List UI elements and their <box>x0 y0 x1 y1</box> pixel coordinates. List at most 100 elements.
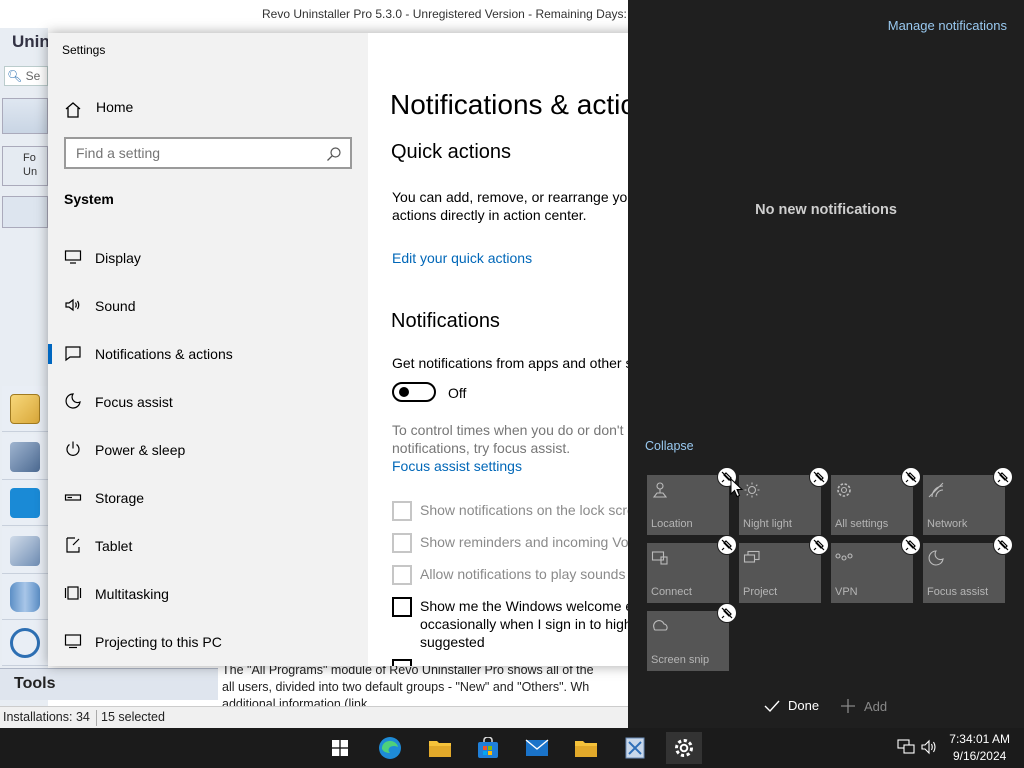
nav-item-focus-assist[interactable]: Focus assist <box>48 382 368 422</box>
sounds-checkbox[interactable] <box>392 565 412 585</box>
taskbar-mail[interactable] <box>519 732 555 764</box>
nav-item-label: Multitasking <box>95 586 169 602</box>
unpin-icon[interactable] <box>901 535 921 555</box>
nav-item-storage[interactable]: Storage <box>48 478 368 518</box>
settings-window: Settings Home System Display Sound Notif… <box>48 33 640 666</box>
tile-label: Project <box>743 586 778 598</box>
quick-action-focus-assist[interactable]: Focus assist <box>923 535 1013 603</box>
volume-tray-icon[interactable] <box>921 739 939 755</box>
plus-icon <box>841 699 855 713</box>
notifications-toggle[interactable] <box>392 382 436 402</box>
collapse-link[interactable]: Collapse <box>645 439 694 453</box>
settings-title: Settings <box>62 43 106 57</box>
manage-notifications-link[interactable]: Manage notifications <box>888 18 1007 33</box>
storage-icon <box>64 494 82 501</box>
taskbar-clock[interactable]: 7:34:01 AM 9/16/2024 <box>949 731 1010 765</box>
add-label: Add <box>864 699 888 714</box>
tile-label: Focus assist <box>927 586 989 598</box>
welcome-experience-checkbox[interactable] <box>392 597 412 617</box>
revo-module-browser-ext[interactable] <box>2 528 48 574</box>
revo-module-all-programs[interactable] <box>2 386 48 432</box>
unpin-icon[interactable] <box>717 535 737 555</box>
nav-item-multitasking[interactable]: Multitasking <box>48 574 368 614</box>
nav-item-projecting[interactable]: Projecting to this PC <box>48 622 368 662</box>
quick-action-connect[interactable]: Connect <box>647 535 737 603</box>
reminders-checkbox[interactable] <box>392 533 412 553</box>
mouse-cursor-icon <box>730 478 743 498</box>
quick-action-night-light[interactable]: Night light <box>739 467 829 535</box>
network-icon <box>928 482 944 498</box>
windows-stack-icon <box>10 394 40 424</box>
nav-item-label: Power & sleep <box>95 442 186 458</box>
start-button[interactable] <box>322 732 358 764</box>
revo-desc-line: additional information (link <box>222 697 368 706</box>
edit-quick-actions-link[interactable]: Edit your quick actions <box>392 250 532 266</box>
revo-module-hunter[interactable] <box>2 620 48 666</box>
taskbar-revo-uninstaller[interactable] <box>617 732 653 764</box>
quick-action-location[interactable]: Location <box>647 467 737 535</box>
nav-item-label: Focus assist <box>95 394 173 410</box>
checkmark-icon <box>764 700 780 713</box>
revo-search-input[interactable]: 🔍︎ Se <box>4 66 48 86</box>
location-icon <box>652 482 668 498</box>
multitasking-icon <box>64 586 82 600</box>
nav-home[interactable]: Home <box>64 97 354 127</box>
action-center-panel: Manage notifications No new notification… <box>628 0 1024 728</box>
unpin-icon[interactable] <box>993 467 1013 487</box>
unpin-icon[interactable] <box>809 467 829 487</box>
taskbar-settings[interactable] <box>666 732 702 764</box>
focus-description: To control times when you do or don't ge… <box>392 422 640 456</box>
quick-action-network[interactable]: Network <box>923 467 1013 535</box>
lock-screen-checkbox[interactable] <box>392 501 412 521</box>
focus-assist-settings-link[interactable]: Focus assist settings <box>392 458 522 474</box>
revo-brand: Unin <box>12 32 50 51</box>
unpin-icon[interactable] <box>809 535 829 555</box>
nav-item-label: Notifications & actions <box>95 346 233 362</box>
revo-module-traced[interactable] <box>2 434 48 480</box>
crosshair-icon <box>10 628 40 658</box>
nav-item-label: Storage <box>95 490 145 506</box>
revo-force-uninstall-button[interactable]: Fo Un <box>2 146 48 186</box>
revo-module-logs[interactable] <box>2 574 48 620</box>
quick-action-project[interactable]: Project <box>739 535 829 603</box>
browser-extensions-icon <box>10 536 40 566</box>
nav-item-power-sleep[interactable]: Power & sleep <box>48 430 368 470</box>
connect-icon <box>651 551 668 565</box>
revo-title-bar: Revo Uninstaller Pro 5.3.0 - Unregistere… <box>0 0 640 28</box>
taskbar: 7:34:01 AM 9/16/2024 <box>0 728 1024 768</box>
quick-action-screen-snip[interactable]: Screen snip <box>647 603 737 671</box>
nav-item-sound[interactable]: Sound <box>48 286 368 326</box>
taskbar-store[interactable] <box>470 732 506 764</box>
nav-item-display[interactable]: Display <box>48 238 368 278</box>
next-checkbox[interactable] <box>392 659 412 666</box>
revo-button-line-2: Un <box>23 166 38 178</box>
network-tray-icon[interactable] <box>897 739 915 755</box>
revo-tools-section[interactable]: Tools <box>0 668 218 700</box>
quick-action-all-settings[interactable]: All settings <box>831 467 921 535</box>
revo-toolbar-button[interactable] <box>2 98 48 134</box>
find-setting-input[interactable] <box>76 145 326 161</box>
done-button[interactable]: Done <box>764 698 819 713</box>
unpin-icon[interactable] <box>993 535 1013 555</box>
taskbar-folder[interactable] <box>568 732 604 764</box>
revo-toolbar-button-2[interactable] <box>2 196 48 228</box>
power-icon <box>66 441 80 456</box>
find-setting-search[interactable] <box>64 137 352 169</box>
unpin-icon[interactable] <box>901 467 921 487</box>
settings-content-pane: Notifications & actions Quick actions Yo… <box>368 33 640 666</box>
display-icon <box>64 250 82 264</box>
taskbar-edge[interactable] <box>372 732 408 764</box>
revo-module-windows-apps[interactable] <box>2 480 48 526</box>
quick-action-vpn[interactable]: VPN <box>831 535 921 603</box>
nav-item-notifications[interactable]: Notifications & actions <box>48 334 368 374</box>
unpin-icon[interactable] <box>717 603 737 623</box>
nav-item-tablet[interactable]: Tablet <box>48 526 368 566</box>
tile-label: Screen snip <box>651 654 710 666</box>
settings-gear-icon <box>675 739 693 757</box>
tile-label: VPN <box>835 586 858 598</box>
taskbar-file-explorer[interactable] <box>422 732 458 764</box>
database-icon <box>10 582 40 612</box>
add-button[interactable]: Add <box>840 698 887 714</box>
nav-item-label: Tablet <box>95 538 133 554</box>
installations-count: Installations: 34 <box>3 710 90 724</box>
